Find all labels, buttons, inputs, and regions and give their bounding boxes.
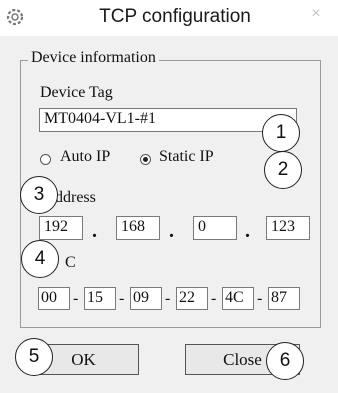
callout-2-badge: 2: [264, 151, 302, 189]
mac-address-label: C: [65, 254, 76, 271]
window-title: TCP configuration: [99, 6, 251, 27]
ip-octet-1-field[interactable]: 192: [39, 216, 83, 240]
static-ip-label: Static IP: [159, 148, 214, 165]
gear-icon: [6, 8, 24, 26]
mac-byte-5-field[interactable]: 4C: [222, 287, 254, 310]
mac-separator: -: [211, 290, 217, 307]
title-bar: TCP configuration ×: [0, 0, 338, 36]
callout-6-badge: 6: [266, 342, 304, 380]
tcp-configuration-dialog: TCP configuration × Device information D…: [0, 0, 338, 393]
ip-address-label: ddress: [55, 189, 96, 206]
mac-separator: -: [119, 290, 125, 307]
static-ip-radio[interactable]: [140, 154, 151, 165]
mac-byte-6-field[interactable]: 87: [268, 287, 300, 310]
group-label: Device information: [28, 49, 159, 67]
mac-separator: -: [165, 290, 171, 307]
callout-1-badge: 1: [262, 114, 300, 152]
mac-byte-1-field[interactable]: 00: [38, 287, 70, 310]
ip-octet-3-field[interactable]: 0: [193, 216, 237, 240]
auto-ip-label: Auto IP: [60, 148, 111, 165]
device-tag-label: Device Tag: [40, 84, 113, 101]
ip-separator: .: [245, 220, 250, 242]
ip-separator: .: [92, 220, 97, 242]
callout-3-badge: 3: [20, 176, 58, 214]
mac-separator: -: [73, 290, 79, 307]
callout-4-badge: 4: [21, 240, 59, 278]
mac-byte-3-field[interactable]: 09: [130, 287, 162, 310]
mac-byte-2-field[interactable]: 15: [84, 287, 116, 310]
device-tag-field[interactable]: MT0404-VL1-#1: [39, 108, 297, 132]
ip-octet-4-field[interactable]: 123: [266, 216, 310, 240]
ip-separator: .: [169, 220, 174, 242]
close-window-button[interactable]: ×: [301, 2, 331, 26]
mac-byte-4-field[interactable]: 22: [176, 287, 208, 310]
ip-octet-2-field[interactable]: 168: [116, 216, 160, 240]
callout-5-badge: 5: [15, 338, 53, 376]
auto-ip-radio[interactable]: [40, 154, 51, 165]
mac-separator: -: [257, 290, 263, 307]
